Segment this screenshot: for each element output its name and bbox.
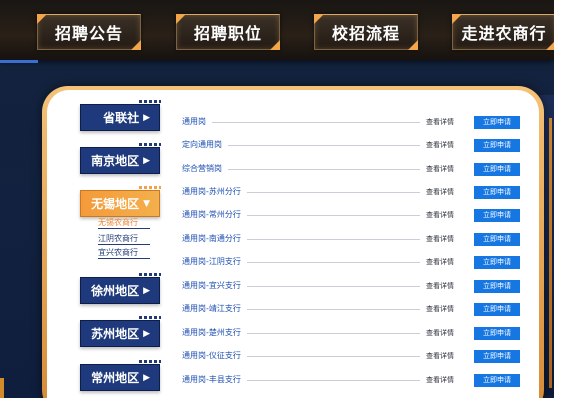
apply-now-button[interactable]: 立即申请 (474, 302, 520, 316)
job-title-link[interactable]: 定向通用岗 (182, 138, 222, 152)
row-divider-line (228, 168, 420, 170)
sidebar-item-label: 徐州地区 (91, 284, 140, 298)
job-title-link[interactable]: 通用岗-楚州支行 (182, 326, 241, 340)
row-divider-line (228, 144, 420, 146)
chevron-right-icon: ▶ (143, 112, 150, 123)
row-divider-line (246, 379, 420, 381)
job-row: 通用岗-靖江支行 查看详情 立即申请 (182, 302, 520, 316)
sidebar-item-nanjing[interactable]: 南京地区 ▶ (80, 147, 160, 174)
job-title-link[interactable]: 通用岗-仪征支行 (182, 349, 241, 363)
view-details-link[interactable]: 查看详情 (426, 140, 466, 150)
job-row: 定向通用岗 查看详情 立即申请 (182, 138, 520, 152)
view-details-link[interactable]: 查看详情 (426, 328, 466, 338)
apply-now-button[interactable]: 立即申请 (474, 185, 520, 199)
job-title-link[interactable]: 通用岗-南通分行 (182, 232, 241, 246)
apply-now-button[interactable]: 立即申请 (474, 349, 520, 363)
job-title-link[interactable]: 通用岗 (182, 115, 206, 129)
job-row: 通用岗 查看详情 立即申请 (182, 115, 520, 129)
sidebar-item-suzhou[interactable]: 苏州地区 ▶ (80, 320, 160, 347)
view-details-link[interactable]: 查看详情 (426, 187, 466, 197)
row-divider-line (246, 355, 420, 357)
job-row: 通用岗-江阴支行 查看详情 立即申请 (182, 255, 520, 269)
apply-now-button[interactable]: 立即申请 (474, 255, 520, 269)
view-details-link[interactable]: 查看详情 (426, 164, 466, 174)
job-title-link[interactable]: 通用岗-靖江支行 (182, 302, 241, 316)
sidebar-item-xuzhou[interactable]: 徐州地区 ▶ (80, 277, 160, 304)
job-row: 综合营销岗 查看详情 立即申请 (182, 162, 520, 176)
view-details-link[interactable]: 查看详情 (426, 117, 466, 127)
job-row: 通用岗-仪征支行 查看详情 立即申请 (182, 349, 520, 363)
apply-now-button[interactable]: 立即申请 (474, 138, 520, 152)
chevron-right-icon: ▶ (143, 372, 150, 383)
row-divider-line (246, 285, 420, 287)
sidebar-item-label: 苏州地区 (91, 327, 140, 341)
top-nav-bar: 招聘公告 招聘职位 校招流程 走进农商行 (0, 0, 554, 60)
job-title-link[interactable]: 通用岗-丰县支行 (182, 373, 241, 387)
row-divider-line (246, 238, 420, 240)
apply-now-button[interactable]: 立即申请 (474, 326, 520, 340)
sidebar-subitem-wuxi-bank[interactable]: 无锡农商行 (98, 218, 150, 229)
apply-now-button[interactable]: 立即申请 (474, 162, 520, 176)
view-details-link[interactable]: 查看详情 (426, 234, 466, 244)
apply-now-button[interactable]: 立即申请 (474, 208, 520, 222)
decor-dots (139, 360, 161, 363)
tab-campus-process[interactable]: 校招流程 (314, 14, 418, 50)
row-divider-line (212, 121, 420, 123)
apply-now-button[interactable]: 立即申请 (474, 232, 520, 246)
chevron-right-icon: ▶ (143, 285, 150, 296)
row-divider-line (246, 332, 420, 334)
job-row: 通用岗-常州分行 查看详情 立即申请 (182, 208, 520, 222)
left-gold-decoration (0, 378, 4, 398)
view-details-link[interactable]: 查看详情 (426, 304, 466, 314)
sidebar-item-label: 无锡地区 (91, 197, 140, 211)
tab-about-bank[interactable]: 走进农商行 (452, 14, 554, 50)
row-divider-line (246, 261, 420, 263)
job-title-link[interactable]: 通用岗-江阴支行 (182, 255, 241, 269)
job-title-link[interactable]: 通用岗-宜兴支行 (182, 279, 241, 293)
job-row: 通用岗-丰县支行 查看详情 立即申请 (182, 373, 520, 387)
sidebar-item-label: 南京地区 (91, 154, 140, 168)
job-row: 通用岗-楚州支行 查看详情 立即申请 (182, 326, 520, 340)
view-details-link[interactable]: 查看详情 (426, 210, 466, 220)
job-row: 通用岗-南通分行 查看详情 立即申请 (182, 232, 520, 246)
decor-dots (139, 143, 161, 146)
sidebar-item-label: 常州地区 (91, 371, 140, 385)
row-divider-line (246, 214, 420, 216)
chevron-right-icon: ▶ (143, 155, 150, 166)
sidebar-subitem-yixing-bank[interactable]: 宜兴农商行 (98, 248, 150, 259)
apply-now-button[interactable]: 立即申请 (474, 373, 520, 387)
job-row: 通用岗-苏州分行 查看详情 立即申请 (182, 185, 520, 199)
sidebar-subitem-jiangyin-bank[interactable]: 江阴农商行 (98, 234, 150, 245)
job-row: 通用岗-宜兴支行 查看详情 立即申请 (182, 279, 520, 293)
row-divider-line (246, 191, 420, 193)
job-title-link[interactable]: 综合营销岗 (182, 162, 222, 176)
tab-recruitment-notice[interactable]: 招聘公告 (37, 14, 141, 50)
chevron-right-icon: ▶ (143, 328, 150, 339)
decor-dots (139, 316, 161, 319)
decor-dots (139, 273, 161, 276)
apply-now-button[interactable]: 立即申请 (474, 115, 520, 129)
sidebar-item-changzhou[interactable]: 常州地区 ▶ (80, 364, 160, 391)
view-details-link[interactable]: 查看详情 (426, 257, 466, 267)
nav-underline-accent (0, 60, 38, 63)
page-background: 招聘公告 招聘职位 校招流程 走进农商行 省联社 ▶ 南京地区 ▶ 无锡地区 ▼… (0, 0, 554, 398)
sidebar-item-wuxi[interactable]: 无锡地区 ▼ (80, 190, 160, 217)
tab-job-positions[interactable]: 招聘职位 (176, 14, 280, 50)
row-divider-line (246, 308, 420, 310)
sidebar-item-provincial[interactable]: 省联社 ▶ (80, 104, 160, 131)
chevron-down-icon: ▼ (143, 198, 150, 209)
job-title-link[interactable]: 通用岗-苏州分行 (182, 185, 241, 199)
apply-now-button[interactable]: 立即申请 (474, 279, 520, 293)
view-details-link[interactable]: 查看详情 (426, 375, 466, 385)
gold-edge-decoration (549, 118, 552, 388)
view-details-link[interactable]: 查看详情 (426, 351, 466, 361)
view-details-link[interactable]: 查看详情 (426, 281, 466, 291)
decor-dots (139, 100, 161, 103)
job-title-link[interactable]: 通用岗-常州分行 (182, 208, 241, 222)
decor-dots (139, 186, 161, 189)
sidebar-item-label: 省联社 (103, 111, 140, 125)
